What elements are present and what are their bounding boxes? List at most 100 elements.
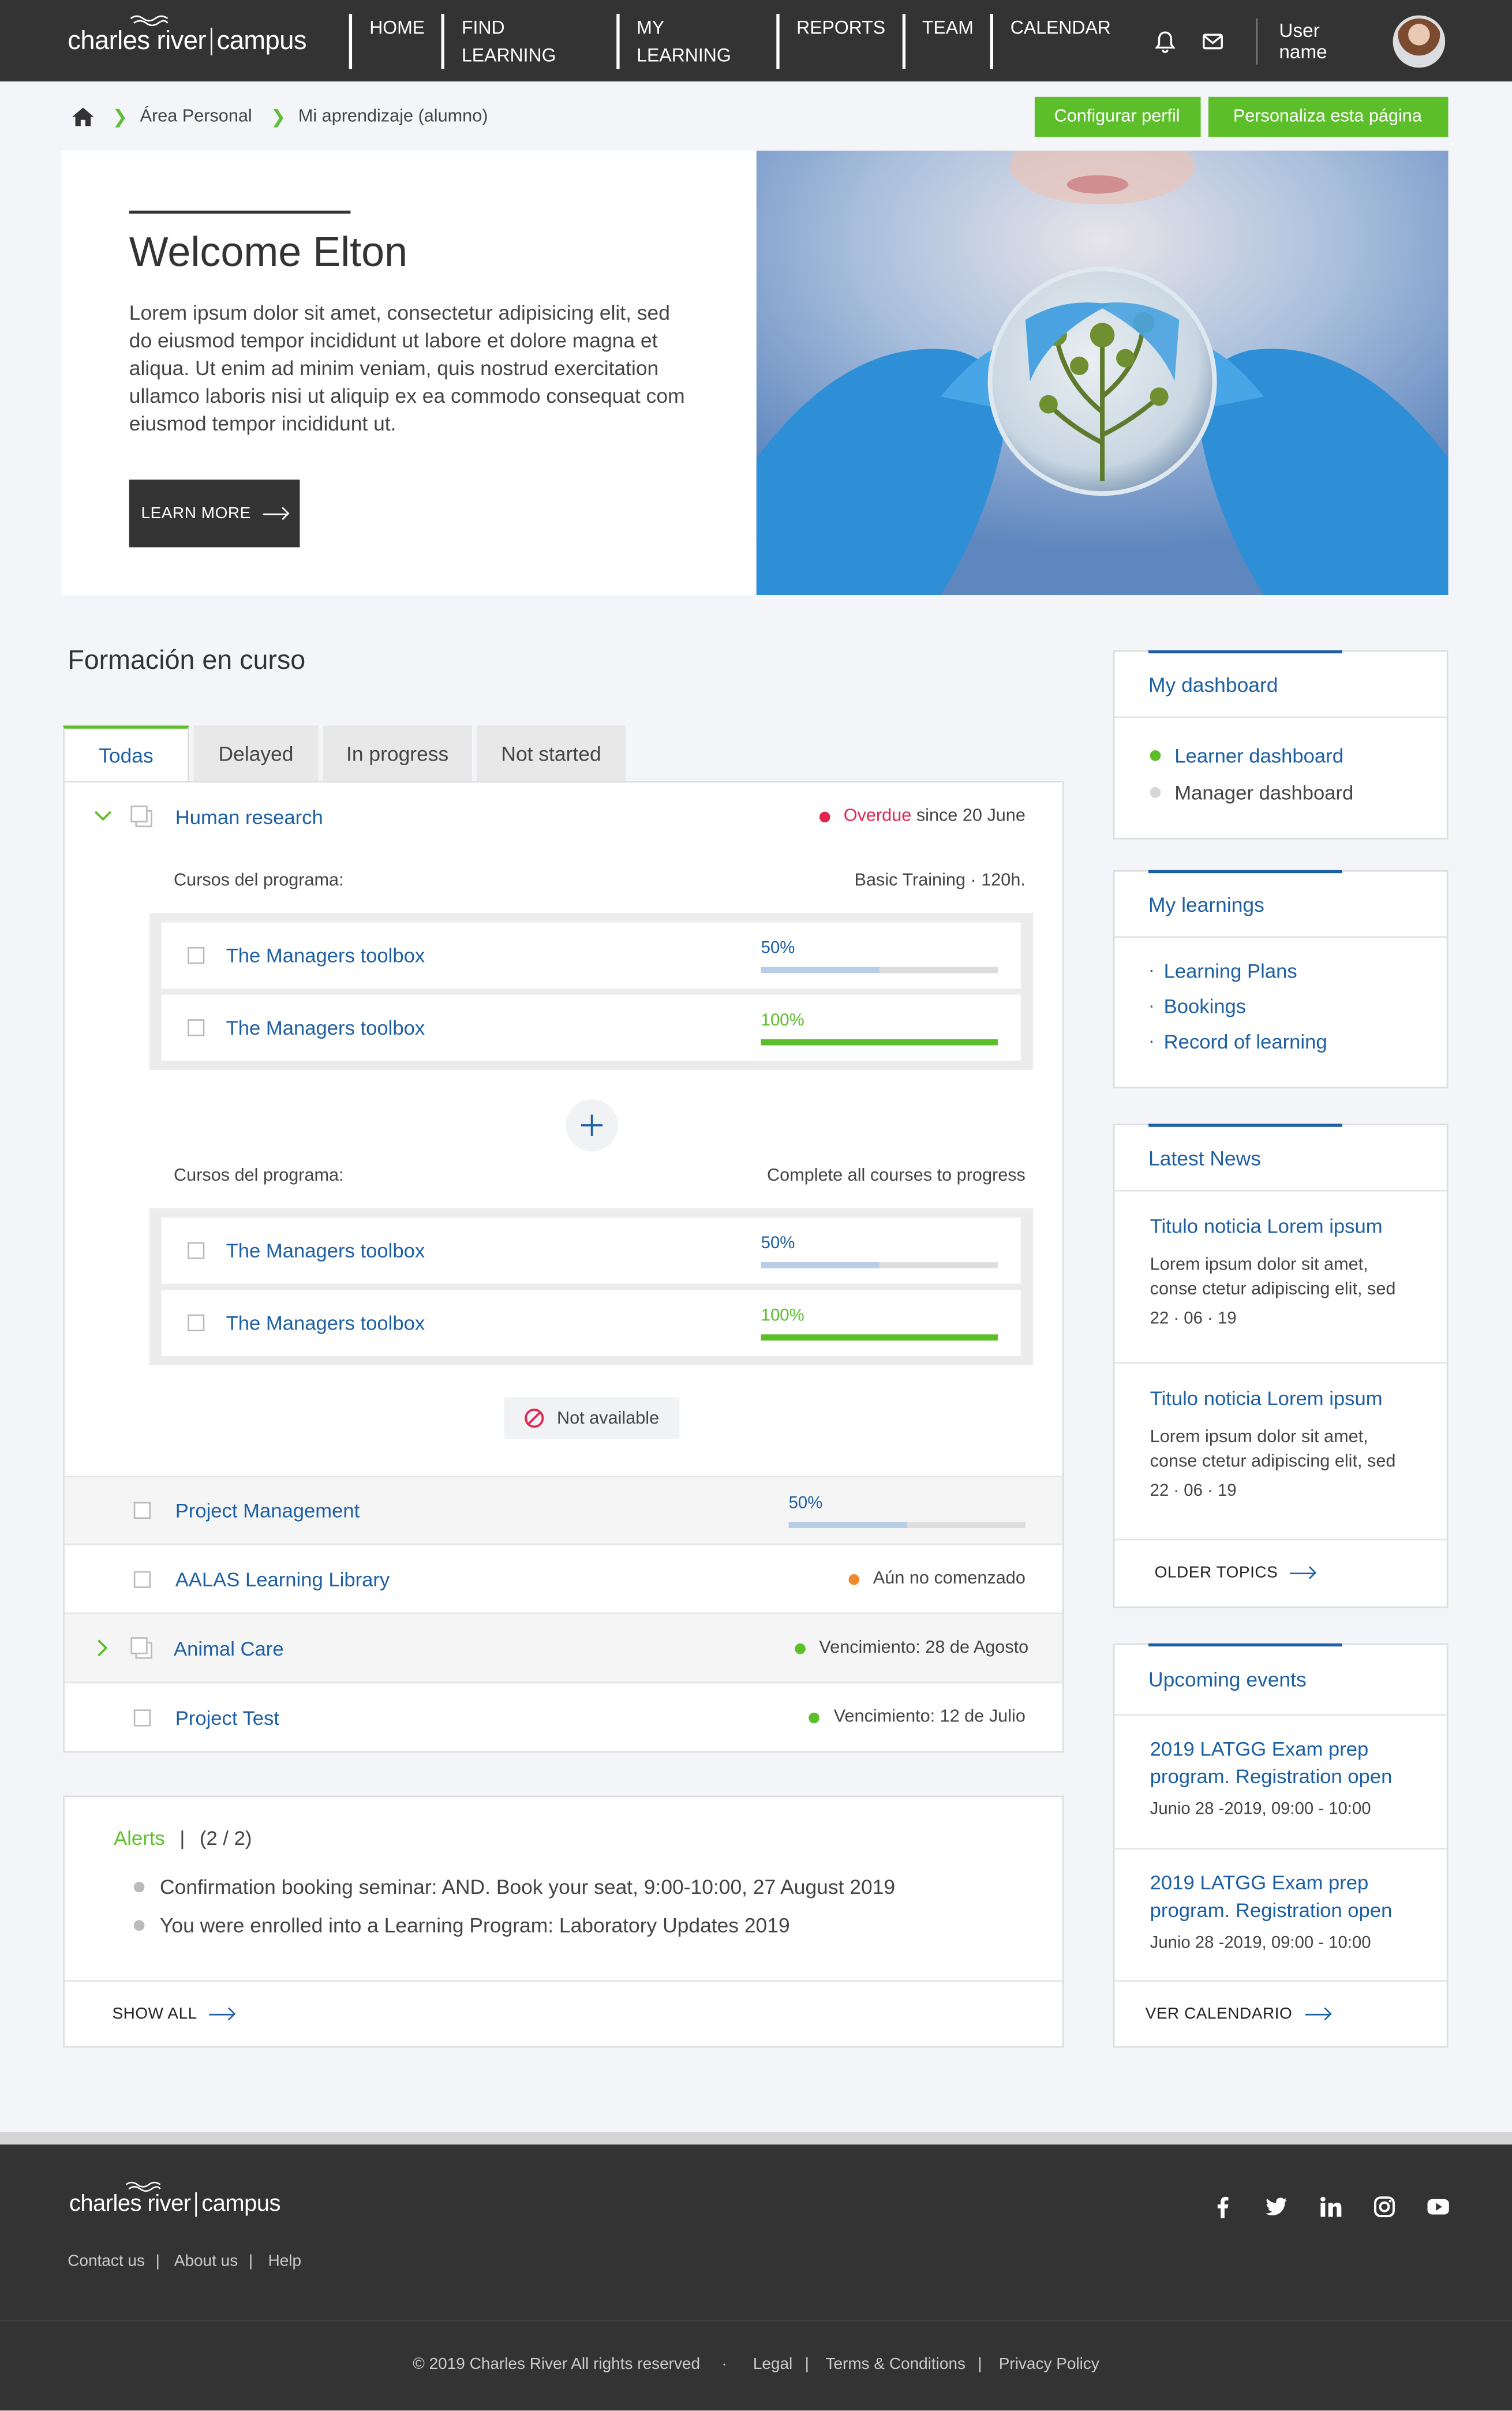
course-checkbox[interactable] [188,1019,205,1036]
facebook-icon[interactable] [1211,2195,1234,2219]
status-label: Vencimiento: 28 de Agosto [819,1638,1029,1657]
nav-team[interactable]: TEAM [902,13,990,69]
footer-logo[interactable]: charles river campus [69,2181,281,2217]
help-link[interactable]: Help [268,2252,302,2271]
course-item[interactable]: The Managers toolbox 50% [161,1217,1021,1284]
tab-todas[interactable]: Todas [63,725,189,783]
legal-link[interactable]: Legal [753,2355,792,2373]
manager-dashboard-label: Manager dashboard [1174,781,1354,804]
hero-description: Lorem ipsum dolor sit amet, consectetur … [129,301,685,435]
older-topics-label: OLDER TOPICS [1154,1563,1278,1582]
older-topics-link[interactable]: OLDER TOPICS [1114,1540,1446,1605]
course-name[interactable]: The Managers toolbox [226,1016,425,1039]
course-name[interactable]: AALAS Learning Library [175,1567,390,1590]
news-excerpt: Lorem ipsum dolor sit amet, conse ctetur… [1150,1428,1396,1472]
progress-bar: 100% [761,1011,998,1045]
course-checkbox[interactable] [188,1314,205,1332]
nav-my-learning[interactable]: MY LEARNING [616,13,777,69]
program-row[interactable]: Human research Overdue since 20 June [65,801,1062,832]
configure-profile-button[interactable]: Configurar perfil [1034,96,1200,136]
course-name[interactable]: Project Management [175,1499,360,1522]
view-calendar-link[interactable]: VER CALENDARIO [1114,1982,1446,2046]
tab-in-progress[interactable]: In progress [323,725,472,783]
course-row-project-management[interactable]: Project Management 50% [64,1476,1062,1545]
logo-text-right: campus [216,25,307,55]
course-item[interactable]: The Managers toolbox 100% [161,994,1021,1061]
brand-logo[interactable]: charles river campus [68,14,307,56]
event-item[interactable]: 2019 LATGG Exam prep program. Registrati… [1114,1716,1447,1850]
youtube-icon[interactable] [1426,2195,1449,2218]
add-icon[interactable] [566,1099,618,1152]
latest-news-card: Latest News Titulo noticia Lorem ipsum L… [1113,1124,1449,1608]
learning-plans-link[interactable]: · Learning Plans [1148,959,1413,982]
course-name[interactable]: The Managers toolbox [226,1239,425,1262]
alert-item[interactable]: You were enrolled into a Learning Progra… [133,1914,895,1937]
hero-image [756,151,1449,595]
course-checkbox[interactable] [188,947,205,964]
alerts-panel: Alerts | (2 / 2) Confirmation booking se… [63,1795,1064,2048]
course-row-project-test[interactable]: Project Test Vencimiento: 12 de Julio [65,1683,1062,1751]
home-icon[interactable] [72,107,94,126]
nav-home[interactable]: HOME [349,13,442,69]
course-checkbox[interactable] [188,1242,205,1259]
course-name[interactable]: The Managers toolbox [226,1311,425,1334]
avatar[interactable] [1393,14,1444,67]
instagram-icon[interactable] [1372,2195,1395,2218]
news-item[interactable]: Titulo noticia Lorem ipsum Lorem ipsum d… [1114,1364,1447,1541]
course-name[interactable]: Animal Care [174,1637,284,1660]
course-row-animal-care[interactable]: Animal Care Vencimiento: 28 de Agosto [64,1614,1062,1684]
course-item[interactable]: The Managers toolbox 100% [161,1290,1021,1356]
manager-dashboard-link[interactable]: Manager dashboard [1150,781,1413,804]
terms-link[interactable]: Terms & Conditions [825,2355,965,2373]
news-title[interactable]: Titulo noticia Lorem ipsum [1150,1387,1412,1410]
bell-icon[interactable] [1152,28,1177,53]
chevron-right-icon[interactable] [97,1639,109,1657]
twitter-icon[interactable] [1264,2195,1288,2218]
course-group-2: The Managers toolbox 50% The Managers tool… [149,1208,1034,1365]
program-checkbox[interactable] [130,805,152,828]
row-checkbox[interactable] [133,1570,151,1588]
learn-more-label: LEARN MORE [141,504,251,523]
username[interactable]: User name [1279,19,1371,62]
event-title[interactable]: 2019 LATGG Exam prep program. Registrati… [1150,1736,1412,1791]
event-title[interactable]: 2019 LATGG Exam prep program. Registrati… [1150,1869,1412,1925]
nav-reports[interactable]: REPORTS [776,13,902,69]
tab-not-started[interactable]: Not started [476,725,626,783]
about-us-link[interactable]: About us [174,2252,238,2271]
linkedin-icon[interactable] [1318,2195,1341,2218]
row-checkbox[interactable] [133,1502,151,1519]
event-item[interactable]: 2019 LATGG Exam prep program. Registrati… [1114,1850,1447,1982]
alerts-title: Alerts [114,1826,165,1850]
news-title[interactable]: Titulo noticia Lorem ipsum [1150,1215,1412,1238]
course-name[interactable]: Project Test [175,1706,279,1729]
breadcrumb-item[interactable]: Área Personal [140,107,252,125]
learner-dashboard-link[interactable]: Learner dashboard [1150,744,1413,767]
course-row-aalas[interactable]: AALAS Learning Library Aún no comenzado [64,1545,1062,1615]
program-name[interactable]: Human research [175,805,323,828]
progress-percent: 100% [761,1010,804,1029]
customize-page-button[interactable]: Personaliza esta página [1207,96,1448,136]
course-name[interactable]: The Managers toolbox [226,944,425,967]
bookings-link[interactable]: · Bookings [1148,995,1413,1018]
courses-panel: Human research Overdue since 20 June Cur… [63,781,1064,1753]
news-item[interactable]: Titulo noticia Lorem ipsum Lorem ipsum d… [1114,1192,1447,1364]
course-item[interactable]: The Managers toolbox 50% [161,922,1021,989]
record-of-learning-link[interactable]: · Record of learning [1148,1030,1413,1053]
mail-icon[interactable] [1201,28,1225,53]
arrow-right-icon [1290,1571,1315,1574]
privacy-link[interactable]: Privacy Policy [999,2355,1099,2373]
chevron-down-icon[interactable] [94,810,113,822]
row-checkbox[interactable] [130,1637,152,1659]
nav-find-learning[interactable]: FIND LEARNING [441,13,616,69]
group-label: Cursos del programa: [174,871,344,890]
news-date: 22 · 06 · 19 [1150,1482,1237,1501]
alert-item[interactable]: Confirmation booking seminar: AND. Book … [133,1875,895,1899]
not-available-badge: Not available [504,1397,680,1439]
contact-us-link[interactable]: Contact us [68,2252,145,2271]
nav-calendar[interactable]: CALENDAR [990,13,1128,69]
show-all-link[interactable]: SHOW ALL [112,2005,234,2023]
row-checkbox[interactable] [133,1709,151,1726]
tab-delayed[interactable]: Delayed [193,725,319,783]
news-excerpt: Lorem ipsum dolor sit amet, conse ctetur… [1150,1256,1396,1300]
learn-more-button[interactable]: LEARN MORE [129,480,300,548]
